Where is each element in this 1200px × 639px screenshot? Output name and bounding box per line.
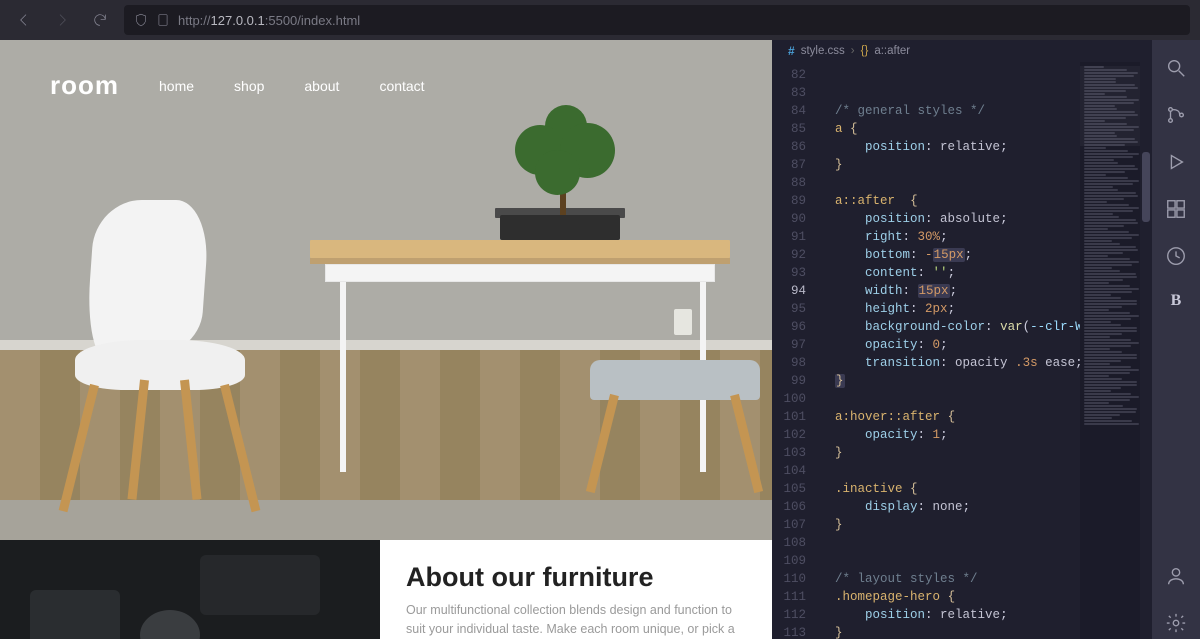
address-bar[interactable]: http://127.0.0.1:5500/index.html <box>124 5 1190 35</box>
brackets-icon: {} <box>861 45 869 57</box>
bold-icon[interactable]: B <box>1171 292 1182 310</box>
debug-icon[interactable] <box>1165 151 1187 178</box>
browser-toolbar: http://127.0.0.1:5500/index.html <box>0 0 1200 40</box>
site-nav: room home shop about contact <box>50 70 425 101</box>
hero-image: room home shop about contact <box>0 40 772 500</box>
about-section: About our furniture Our multifunctional … <box>0 540 772 639</box>
minimap[interactable] <box>1080 62 1140 639</box>
nav-about[interactable]: about <box>304 78 339 94</box>
forward-button[interactable] <box>48 6 76 34</box>
reload-button[interactable] <box>86 6 114 34</box>
back-button[interactable] <box>10 6 38 34</box>
code-area[interactable]: /* general styles */ a { position: relat… <box>816 62 1080 639</box>
site-logo: room <box>50 70 119 101</box>
git-icon[interactable] <box>1165 104 1187 131</box>
settings-icon[interactable] <box>1165 612 1187 639</box>
activity-bar: B <box>1152 0 1200 639</box>
breadcrumb[interactable]: # style.css › {} a::after <box>772 40 1152 62</box>
extensions-icon[interactable] <box>1165 198 1187 225</box>
nav-home[interactable]: home <box>159 78 194 94</box>
about-body: Our multifunctional collection blends de… <box>406 601 746 639</box>
line-gutter: 8283848586878889909192939495969798991001… <box>772 62 816 639</box>
scrollbar[interactable] <box>1140 62 1152 639</box>
search-icon[interactable] <box>1165 57 1187 84</box>
shield-icon <box>134 13 148 27</box>
scroll-thumb[interactable] <box>1142 152 1150 222</box>
about-heading: About our furniture <box>406 562 746 593</box>
live-preview-icon[interactable] <box>1165 245 1187 272</box>
code-editor: # style.css × ◆ style-guide.md JS script… <box>772 0 1152 639</box>
account-icon[interactable] <box>1165 565 1187 592</box>
nav-contact[interactable]: contact <box>379 78 424 94</box>
page-icon <box>156 13 170 27</box>
browser-viewport: room home shop about contact About our f… <box>0 0 772 639</box>
css-icon: # <box>788 44 795 58</box>
about-image <box>0 540 380 639</box>
url: http://127.0.0.1:5500/index.html <box>178 13 360 28</box>
nav-shop[interactable]: shop <box>234 78 264 94</box>
